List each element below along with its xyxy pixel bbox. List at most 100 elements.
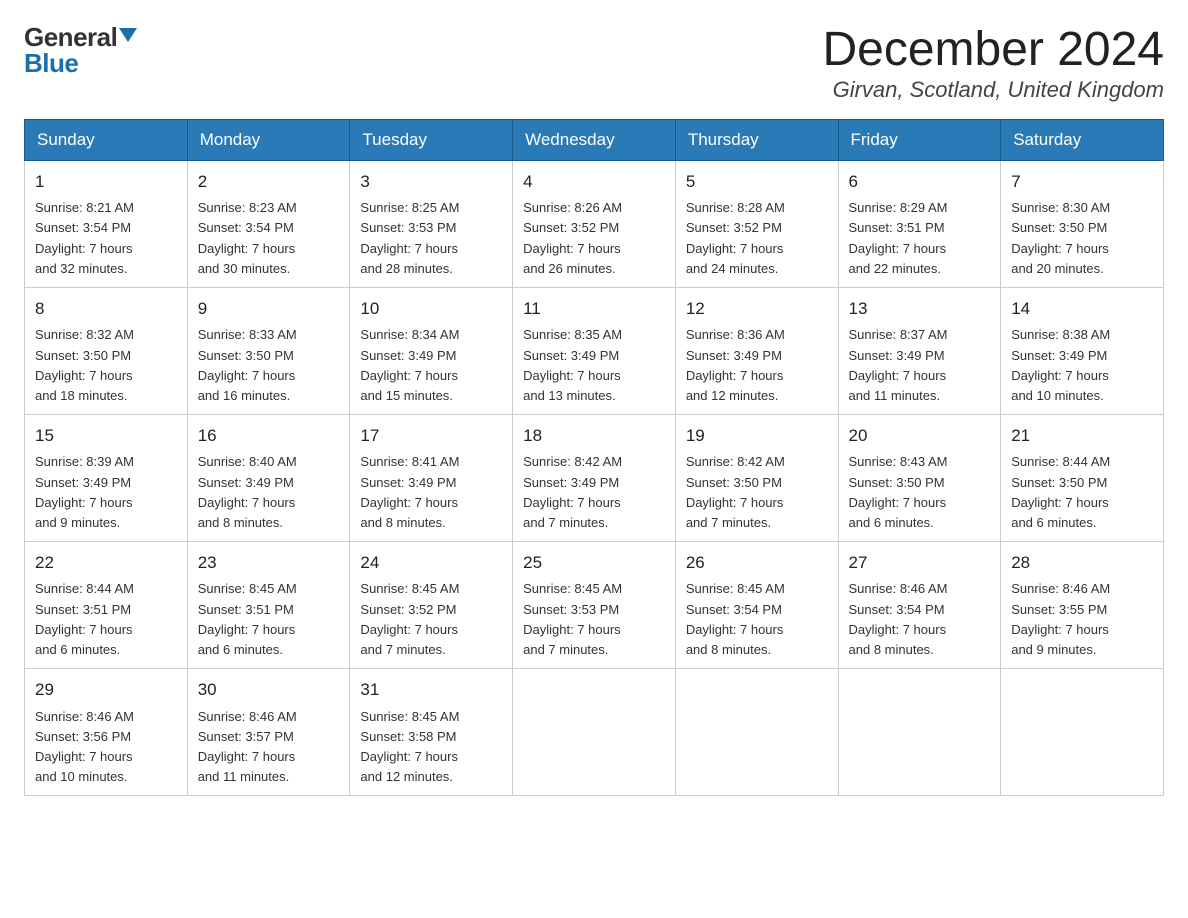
week-row-5: 29 Sunrise: 8:46 AM Sunset: 3:56 PM Dayli…	[25, 669, 1164, 796]
location-subtitle: Girvan, Scotland, United Kingdom	[822, 77, 1164, 103]
day-info: Sunrise: 8:32 AM Sunset: 3:50 PM Dayligh…	[35, 325, 177, 406]
calendar-cell: 21 Sunrise: 8:44 AM Sunset: 3:50 PM Dayli…	[1001, 414, 1164, 541]
calendar-cell: 29 Sunrise: 8:46 AM Sunset: 3:56 PM Dayli…	[25, 669, 188, 796]
weekday-header-row: SundayMondayTuesdayWednesdayThursdayFrid…	[25, 119, 1164, 160]
day-number: 24	[360, 550, 502, 576]
calendar-cell: 10Sunrise: 8:34 AM Sunset: 3:49 PM Dayli…	[350, 287, 513, 414]
day-number: 30	[198, 677, 340, 703]
calendar-cell: 7 Sunrise: 8:30 AM Sunset: 3:50 PM Daylig…	[1001, 160, 1164, 287]
day-number: 5	[686, 169, 828, 195]
day-number: 20	[849, 423, 991, 449]
day-number: 23	[198, 550, 340, 576]
day-number: 7	[1011, 169, 1153, 195]
logo-triangle-icon	[119, 28, 137, 42]
day-number: 12	[686, 296, 828, 322]
calendar-cell	[675, 669, 838, 796]
calendar-cell: 15 Sunrise: 8:39 AM Sunset: 3:49 PM Dayli…	[25, 414, 188, 541]
weekday-header-friday: Friday	[838, 119, 1001, 160]
day-info: Sunrise: 8:45 AM Sunset: 3:54 PM Dayligh…	[686, 579, 828, 660]
day-info: Sunrise: 8:35 AM Sunset: 3:49 PM Dayligh…	[523, 325, 665, 406]
calendar-cell: 13 Sunrise: 8:37 AM Sunset: 3:49 PM Dayli…	[838, 287, 1001, 414]
main-title: December 2024	[822, 24, 1164, 77]
weekday-header-saturday: Saturday	[1001, 119, 1164, 160]
day-info: Sunrise: 8:42 AM Sunset: 3:50 PM Dayligh…	[686, 452, 828, 533]
day-info: Sunrise: 8:39 AM Sunset: 3:49 PM Dayligh…	[35, 452, 177, 533]
week-row-2: 8 Sunrise: 8:32 AM Sunset: 3:50 PM Daylig…	[25, 287, 1164, 414]
day-number: 15	[35, 423, 177, 449]
weekday-header-wednesday: Wednesday	[513, 119, 676, 160]
day-info: Sunrise: 8:29 AM Sunset: 3:51 PM Dayligh…	[849, 198, 991, 279]
day-info: Sunrise: 8:34 AM Sunset: 3:49 PM Dayligh…	[360, 325, 502, 406]
day-info: Sunrise: 8:43 AM Sunset: 3:50 PM Dayligh…	[849, 452, 991, 533]
day-number: 9	[198, 296, 340, 322]
calendar-cell: 23 Sunrise: 8:45 AM Sunset: 3:51 PM Dayli…	[187, 541, 350, 668]
day-info: Sunrise: 8:41 AM Sunset: 3:49 PM Dayligh…	[360, 452, 502, 533]
day-info: Sunrise: 8:46 AM Sunset: 3:56 PM Dayligh…	[35, 707, 177, 788]
calendar-cell: 14 Sunrise: 8:38 AM Sunset: 3:49 PM Dayli…	[1001, 287, 1164, 414]
calendar-cell: 11Sunrise: 8:35 AM Sunset: 3:49 PM Dayli…	[513, 287, 676, 414]
day-number: 6	[849, 169, 991, 195]
day-number: 13	[849, 296, 991, 322]
day-info: Sunrise: 8:37 AM Sunset: 3:49 PM Dayligh…	[849, 325, 991, 406]
day-info: Sunrise: 8:38 AM Sunset: 3:49 PM Dayligh…	[1011, 325, 1153, 406]
calendar-cell: 18Sunrise: 8:42 AM Sunset: 3:49 PM Dayli…	[513, 414, 676, 541]
title-block: December 2024 Girvan, Scotland, United K…	[822, 24, 1164, 103]
logo-general-text: General	[24, 24, 117, 50]
calendar-cell: 6 Sunrise: 8:29 AM Sunset: 3:51 PM Daylig…	[838, 160, 1001, 287]
day-info: Sunrise: 8:45 AM Sunset: 3:51 PM Dayligh…	[198, 579, 340, 660]
calendar-cell: 25 Sunrise: 8:45 AM Sunset: 3:53 PM Dayli…	[513, 541, 676, 668]
calendar-cell: 28 Sunrise: 8:46 AM Sunset: 3:55 PM Dayli…	[1001, 541, 1164, 668]
weekday-header-sunday: Sunday	[25, 119, 188, 160]
day-number: 31	[360, 677, 502, 703]
day-info: Sunrise: 8:44 AM Sunset: 3:50 PM Dayligh…	[1011, 452, 1153, 533]
calendar-cell: 5 Sunrise: 8:28 AM Sunset: 3:52 PM Daylig…	[675, 160, 838, 287]
calendar-table: SundayMondayTuesdayWednesdayThursdayFrid…	[24, 119, 1164, 796]
weekday-header-thursday: Thursday	[675, 119, 838, 160]
calendar-cell: 8 Sunrise: 8:32 AM Sunset: 3:50 PM Daylig…	[25, 287, 188, 414]
calendar-cell	[838, 669, 1001, 796]
week-row-1: 1 Sunrise: 8:21 AM Sunset: 3:54 PM Daylig…	[25, 160, 1164, 287]
day-number: 25	[523, 550, 665, 576]
day-info: Sunrise: 8:40 AM Sunset: 3:49 PM Dayligh…	[198, 452, 340, 533]
calendar-cell: 24 Sunrise: 8:45 AM Sunset: 3:52 PM Dayli…	[350, 541, 513, 668]
day-info: Sunrise: 8:30 AM Sunset: 3:50 PM Dayligh…	[1011, 198, 1153, 279]
day-number: 2	[198, 169, 340, 195]
day-number: 18	[523, 423, 665, 449]
day-info: Sunrise: 8:46 AM Sunset: 3:57 PM Dayligh…	[198, 707, 340, 788]
day-number: 21	[1011, 423, 1153, 449]
day-info: Sunrise: 8:26 AM Sunset: 3:52 PM Dayligh…	[523, 198, 665, 279]
day-info: Sunrise: 8:21 AM Sunset: 3:54 PM Dayligh…	[35, 198, 177, 279]
day-info: Sunrise: 8:28 AM Sunset: 3:52 PM Dayligh…	[686, 198, 828, 279]
calendar-cell: 1 Sunrise: 8:21 AM Sunset: 3:54 PM Daylig…	[25, 160, 188, 287]
day-number: 17	[360, 423, 502, 449]
week-row-4: 22Sunrise: 8:44 AM Sunset: 3:51 PM Dayli…	[25, 541, 1164, 668]
day-number: 29	[35, 677, 177, 703]
calendar-cell: 3Sunrise: 8:25 AM Sunset: 3:53 PM Daylig…	[350, 160, 513, 287]
calendar-cell: 4 Sunrise: 8:26 AM Sunset: 3:52 PM Daylig…	[513, 160, 676, 287]
day-info: Sunrise: 8:36 AM Sunset: 3:49 PM Dayligh…	[686, 325, 828, 406]
day-number: 8	[35, 296, 177, 322]
day-number: 1	[35, 169, 177, 195]
day-number: 26	[686, 550, 828, 576]
logo: General Blue	[24, 24, 137, 76]
week-row-3: 15 Sunrise: 8:39 AM Sunset: 3:49 PM Dayli…	[25, 414, 1164, 541]
calendar-cell: 9 Sunrise: 8:33 AM Sunset: 3:50 PM Daylig…	[187, 287, 350, 414]
calendar-cell: 26 Sunrise: 8:45 AM Sunset: 3:54 PM Dayli…	[675, 541, 838, 668]
weekday-header-monday: Monday	[187, 119, 350, 160]
day-info: Sunrise: 8:46 AM Sunset: 3:55 PM Dayligh…	[1011, 579, 1153, 660]
day-info: Sunrise: 8:44 AM Sunset: 3:51 PM Dayligh…	[35, 579, 177, 660]
day-info: Sunrise: 8:45 AM Sunset: 3:58 PM Dayligh…	[360, 707, 502, 788]
calendar-cell: 17 Sunrise: 8:41 AM Sunset: 3:49 PM Dayli…	[350, 414, 513, 541]
calendar-cell: 2Sunrise: 8:23 AM Sunset: 3:54 PM Daylig…	[187, 160, 350, 287]
day-number: 3	[360, 169, 502, 195]
day-number: 14	[1011, 296, 1153, 322]
calendar-cell: 22Sunrise: 8:44 AM Sunset: 3:51 PM Dayli…	[25, 541, 188, 668]
day-number: 4	[523, 169, 665, 195]
logo-blue-text: Blue	[24, 50, 78, 76]
calendar-cell: 31 Sunrise: 8:45 AM Sunset: 3:58 PM Dayli…	[350, 669, 513, 796]
day-number: 28	[1011, 550, 1153, 576]
day-number: 19	[686, 423, 828, 449]
day-info: Sunrise: 8:45 AM Sunset: 3:52 PM Dayligh…	[360, 579, 502, 660]
day-info: Sunrise: 8:33 AM Sunset: 3:50 PM Dayligh…	[198, 325, 340, 406]
day-info: Sunrise: 8:45 AM Sunset: 3:53 PM Dayligh…	[523, 579, 665, 660]
